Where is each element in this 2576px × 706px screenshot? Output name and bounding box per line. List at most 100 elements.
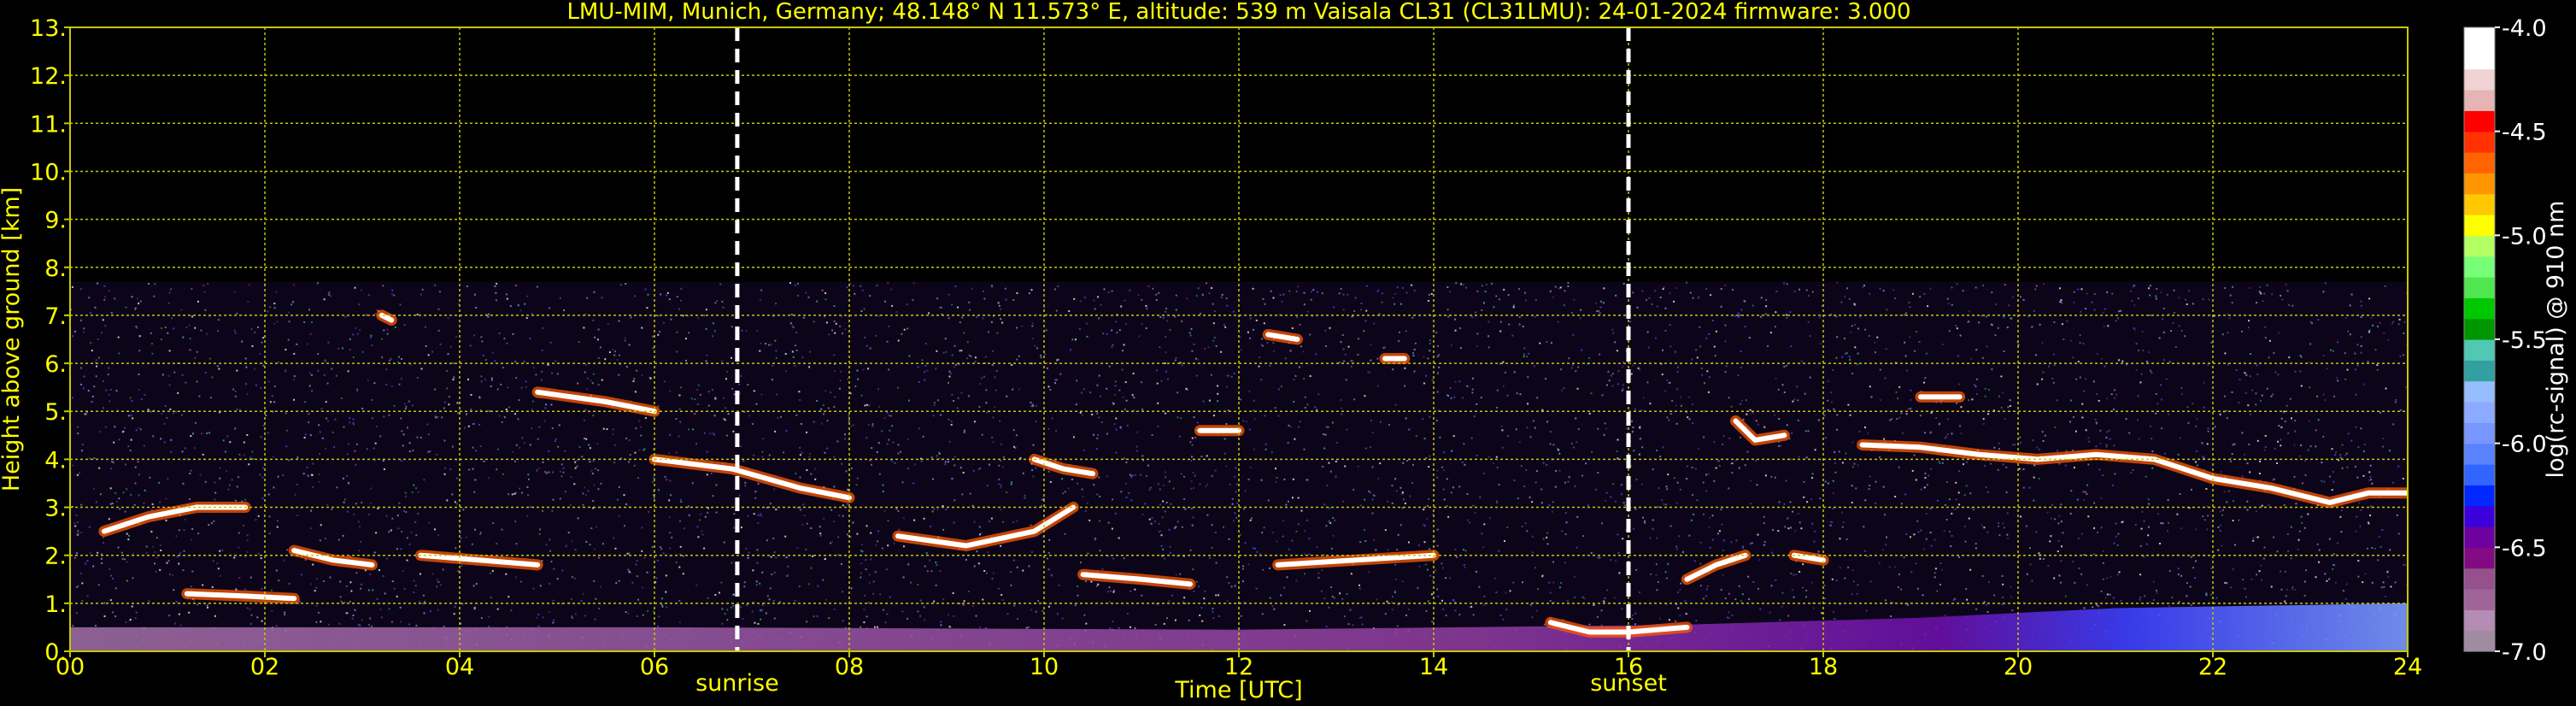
noise-dot <box>1841 462 1844 464</box>
noise-dot <box>2250 353 2251 356</box>
noise-dot <box>2344 378 2347 380</box>
noise-dot <box>1763 426 1766 428</box>
noise-dot <box>1910 389 1912 391</box>
noise-dot <box>2186 406 2189 409</box>
noise-dot <box>425 326 426 328</box>
noise-dot <box>842 620 844 622</box>
noise-dot <box>1939 562 1942 565</box>
noise-dot <box>948 381 949 384</box>
noise-dot <box>1648 346 1650 349</box>
noise-dot <box>1277 388 1280 391</box>
noise-dot <box>531 400 534 403</box>
noise-dot <box>2285 283 2287 285</box>
noise-dot <box>542 509 544 512</box>
noise-dot <box>951 354 954 356</box>
noise-dot <box>2114 397 2116 399</box>
noise-dot <box>1109 590 1112 592</box>
noise-dot <box>2202 298 2204 301</box>
noise-dot <box>2060 521 2063 523</box>
noise-dot <box>2389 450 2391 452</box>
noise-dot <box>1546 532 1549 534</box>
noise-dot <box>265 415 267 416</box>
noise-dot <box>318 474 320 475</box>
noise-dot <box>1141 455 1144 457</box>
noise-dot <box>1622 502 1625 504</box>
noise-dot <box>1600 300 1602 303</box>
noise-dot <box>944 463 947 466</box>
noise-dot <box>773 488 776 491</box>
noise-dot <box>834 332 836 334</box>
noise-dot <box>809 452 811 455</box>
noise-dot <box>2106 577 2109 580</box>
noise-dot <box>1677 366 1679 368</box>
noise-dot <box>1847 403 1850 406</box>
noise-dot <box>2305 569 2307 572</box>
noise-dot <box>1461 462 1464 463</box>
noise-dot <box>1175 357 1177 359</box>
noise-dot <box>2057 539 2060 542</box>
noise-dot <box>2102 474 2104 477</box>
noise-dot <box>1030 550 1033 553</box>
noise-dot <box>1399 331 1400 333</box>
noise-dot <box>1437 595 1440 597</box>
noise-dot <box>102 380 104 382</box>
noise-dot <box>1832 369 1834 371</box>
noise-dot <box>1463 443 1465 445</box>
noise-dot <box>812 555 813 557</box>
noise-dot <box>590 379 592 382</box>
noise-dot <box>2336 377 2338 379</box>
noise-dot <box>1350 573 1353 575</box>
noise-dot <box>748 551 750 554</box>
noise-dot <box>1944 503 1946 506</box>
noise-dot <box>169 408 172 410</box>
noise-dot <box>2284 600 2286 603</box>
noise-dot <box>2245 374 2248 376</box>
noise-dot <box>1906 603 1909 606</box>
noise-dot <box>2323 480 2326 483</box>
noise-dot <box>1404 503 1406 504</box>
noise-dot <box>658 615 660 618</box>
noise-dot <box>536 285 538 288</box>
noise-dot <box>509 305 512 307</box>
noise-dot <box>2256 374 2259 376</box>
noise-dot <box>138 350 141 352</box>
noise-dot <box>1260 379 1263 381</box>
noise-dot <box>765 612 767 615</box>
noise-dot <box>618 485 620 488</box>
noise-dot <box>475 583 478 585</box>
noise-dot <box>638 449 641 451</box>
noise-dot <box>1303 448 1306 450</box>
noise-dot <box>292 379 295 380</box>
noise-dot <box>1991 291 1993 294</box>
noise-dot <box>1094 308 1096 310</box>
noise-dot <box>2333 395 2335 397</box>
noise-dot <box>1515 428 1517 431</box>
noise-dot <box>740 606 742 609</box>
noise-dot <box>1012 429 1015 432</box>
noise-dot <box>437 416 439 419</box>
noise-dot <box>1288 424 1290 427</box>
noise-dot <box>1662 288 1664 291</box>
noise-dot <box>653 477 655 479</box>
noise-dot <box>1924 473 1927 474</box>
noise-dot <box>1631 431 1634 433</box>
noise-dot <box>2194 577 2197 579</box>
noise-dot <box>926 369 929 372</box>
noise-dot <box>833 521 835 523</box>
noise-dot <box>74 525 77 527</box>
noise-dot <box>294 493 296 496</box>
noise-dot <box>1675 422 1678 425</box>
noise-dot <box>1148 518 1151 521</box>
noise-dot <box>340 600 343 603</box>
noise-dot <box>463 427 466 429</box>
noise-dot <box>836 554 839 556</box>
noise-dot <box>2034 288 2037 291</box>
noise-dot <box>887 282 889 285</box>
noise-dot <box>1882 290 1885 292</box>
noise-dot <box>1911 292 1914 295</box>
noise-dot <box>539 528 542 531</box>
noise-dot <box>574 461 577 463</box>
noise-dot <box>130 414 132 416</box>
noise-dot <box>2308 362 2310 364</box>
noise-dot <box>556 373 559 375</box>
